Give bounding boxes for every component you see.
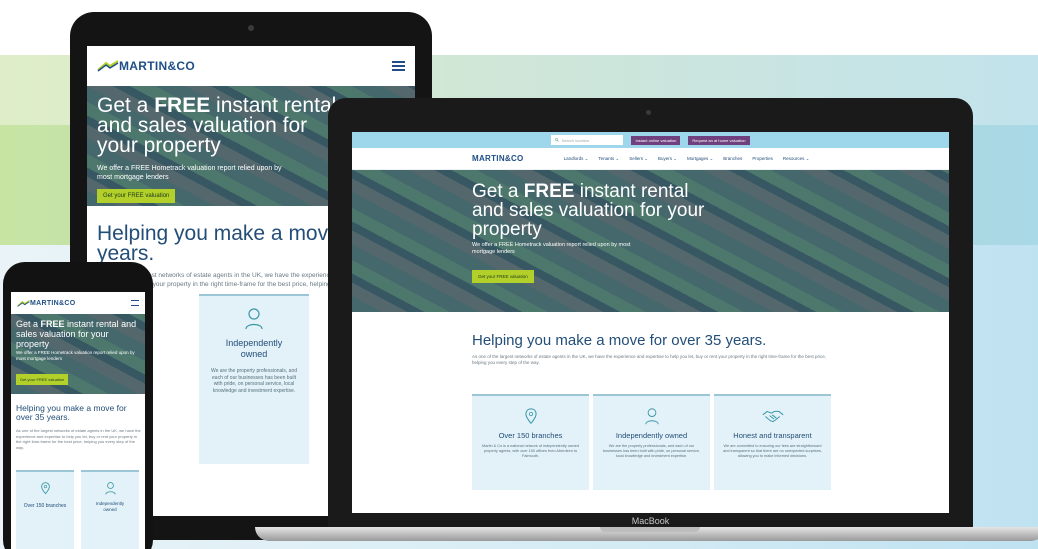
logo-text: MARTIN&CO <box>30 299 76 307</box>
card-text: We are the property professionals, and e… <box>210 368 298 394</box>
section-heading: Helping you make a move for over 35 year… <box>16 403 127 422</box>
section-body: As one of the largest networks of estate… <box>16 428 141 450</box>
hero-subtitle: We offer a FREE Hometrack valuation repo… <box>97 165 282 181</box>
person-icon <box>104 482 116 495</box>
card-independently-owned: Independently owned <box>81 470 139 549</box>
free-valuation-button[interactable]: Get your FREE valuation <box>16 374 69 385</box>
nav-buyers[interactable]: Buyers ⌄ <box>658 156 677 162</box>
free-valuation-button[interactable]: Get your FREE valuation <box>472 270 534 283</box>
free-valuation-button[interactable]: Get your FREE valuation <box>97 189 176 203</box>
tablet-navbar: MARTIN&CO <box>87 46 415 86</box>
logo-text: MARTIN&CO <box>119 59 196 73</box>
hamburger-menu-icon[interactable] <box>392 61 405 71</box>
nav-resources[interactable]: Resources ⌄ <box>783 156 810 162</box>
section-body: As one of the largest networks of estate… <box>472 354 826 365</box>
card-title: Independently owned <box>95 501 125 512</box>
card-independently-owned: Independently owned We are the property … <box>593 394 710 490</box>
nav-branches[interactable]: Branches <box>723 156 742 161</box>
search-icon <box>555 138 560 142</box>
card-text: Martin & Co is a national network of ind… <box>482 444 579 458</box>
search-input[interactable]: Search location <box>551 135 624 145</box>
request-home-valuation-button[interactable]: Request an at home valuation <box>688 135 750 145</box>
person-icon <box>245 308 263 330</box>
handshake-icon <box>762 410 783 423</box>
phone-navbar: MARTIN&CO <box>11 292 145 314</box>
hero-title: Get a FREE instant rental and sales valu… <box>97 94 337 157</box>
card-honest-transparent: Honest and transparent We are committed … <box>714 394 831 490</box>
section-heading: Helping you make a move for over 35 year… <box>472 332 767 349</box>
nav-tenants[interactable]: Tenants ⌄ <box>598 156 619 162</box>
card-title: Independently owned <box>615 431 688 440</box>
laptop-screen: Search location Instant online valuation… <box>352 132 949 513</box>
card-title: Over 150 branches <box>498 431 563 440</box>
site-logo[interactable]: MARTIN&CO <box>472 154 524 163</box>
nav-mortgages[interactable]: Mortgages ⌄ <box>687 156 713 162</box>
hero-banner: Get a FREE instant rental and sales valu… <box>352 170 949 312</box>
instant-online-valuation-button[interactable]: Instant online valuation <box>631 135 681 145</box>
macbook-label: MacBook <box>631 516 670 526</box>
card-title: Honest and transparent <box>733 431 812 440</box>
card-branches: Over 150 branches Martin & Co is a natio… <box>472 394 589 490</box>
nav-properties[interactable]: Properties <box>752 156 773 161</box>
hero-subtitle: We offer a FREE Hometrack valuation repo… <box>472 242 631 255</box>
hamburger-menu-icon[interactable] <box>131 300 139 306</box>
phone-device: MARTIN&CO Get a FREE instant rental and … <box>3 262 153 549</box>
phone-logo[interactable]: MARTIN&CO <box>17 300 75 307</box>
phone-screen: MARTIN&CO Get a FREE instant rental and … <box>11 292 145 549</box>
hero-title: Get a FREE instant rental and sales valu… <box>16 319 137 349</box>
card-branches: Over 150 branches <box>16 470 74 549</box>
main-navbar: MARTIN&CO Landlords ⌄ Tenants ⌄ Sellers … <box>352 148 949 170</box>
card-independently-owned: Independently owned We are the property p… <box>199 294 309 464</box>
card-text: We are the property professionals, and e… <box>602 444 701 458</box>
utility-bar: Search location Instant online valuation… <box>352 132 949 148</box>
laptop-device: Search location Instant online valuation… <box>328 98 973 530</box>
card-title: Over 150 branches <box>23 503 67 509</box>
laptop-notch <box>600 527 700 532</box>
card-text: We are committed to ensuring our fees ar… <box>723 444 822 458</box>
card-title: Independently owned <box>225 338 283 359</box>
nav-sellers[interactable]: Sellers ⌄ <box>629 156 648 162</box>
nav-landlords[interactable]: Landlords ⌄ <box>564 156 589 162</box>
roof-logo-icon <box>17 299 30 307</box>
roof-logo-icon <box>97 60 119 72</box>
hero-title: Get a FREE instant rental and sales valu… <box>472 181 705 240</box>
tablet-camera <box>248 25 254 31</box>
hero-subtitle: We offer a FREE Hometrack valuation repo… <box>16 350 135 361</box>
person-icon <box>644 408 659 425</box>
laptop-camera <box>646 110 651 115</box>
phone-hero-banner: Get a FREE instant rental and sales valu… <box>11 314 145 394</box>
search-placeholder: Search location <box>561 137 590 143</box>
map-pin-icon <box>524 408 537 425</box>
map-pin-icon <box>40 482 50 495</box>
tablet-logo[interactable]: MARTIN&CO <box>97 59 195 73</box>
